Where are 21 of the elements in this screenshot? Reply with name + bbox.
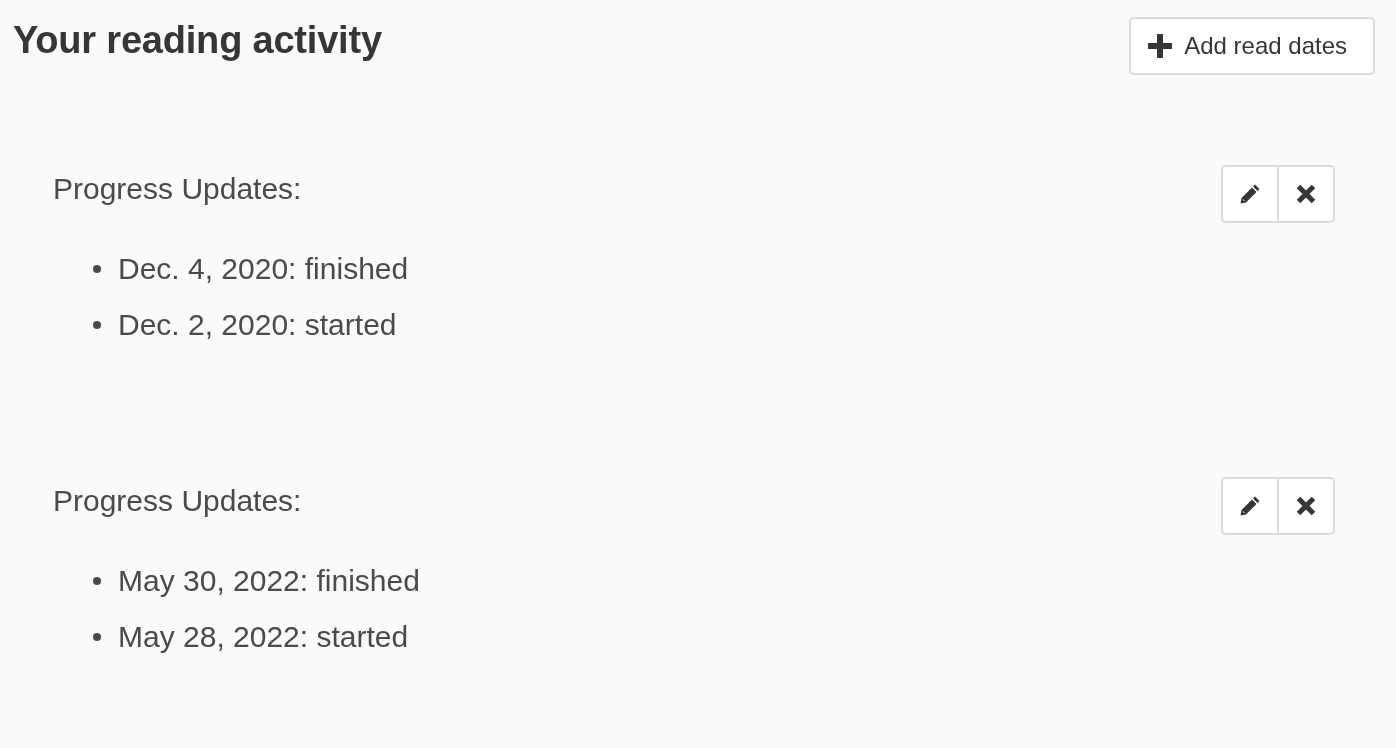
progress-heading: Progress Updates: [53, 483, 302, 519]
delete-button[interactable] [1277, 165, 1335, 223]
delete-button[interactable] [1277, 477, 1335, 535]
edit-button[interactable] [1221, 165, 1279, 223]
pencil-icon [1240, 496, 1260, 516]
add-read-dates-button[interactable]: Add read dates [1129, 17, 1375, 75]
bullet-icon [93, 577, 101, 585]
progress-update: Dec. 2, 2020: started [118, 307, 397, 343]
pencil-icon [1240, 184, 1260, 204]
progress-update: Dec. 4, 2020: finished [118, 251, 409, 287]
cross-icon [1296, 496, 1316, 516]
edit-button[interactable] [1221, 477, 1279, 535]
bullet-icon [93, 633, 101, 641]
progress-update: May 28, 2022: started [118, 619, 409, 655]
plus-icon [1148, 34, 1173, 58]
cross-icon [1296, 184, 1316, 204]
bullet-icon [93, 321, 101, 329]
page-title: Your reading activity [13, 18, 382, 63]
progress-update: May 30, 2022: finished [118, 563, 420, 599]
bullet-icon [93, 265, 101, 273]
progress-heading: Progress Updates: [53, 171, 302, 207]
